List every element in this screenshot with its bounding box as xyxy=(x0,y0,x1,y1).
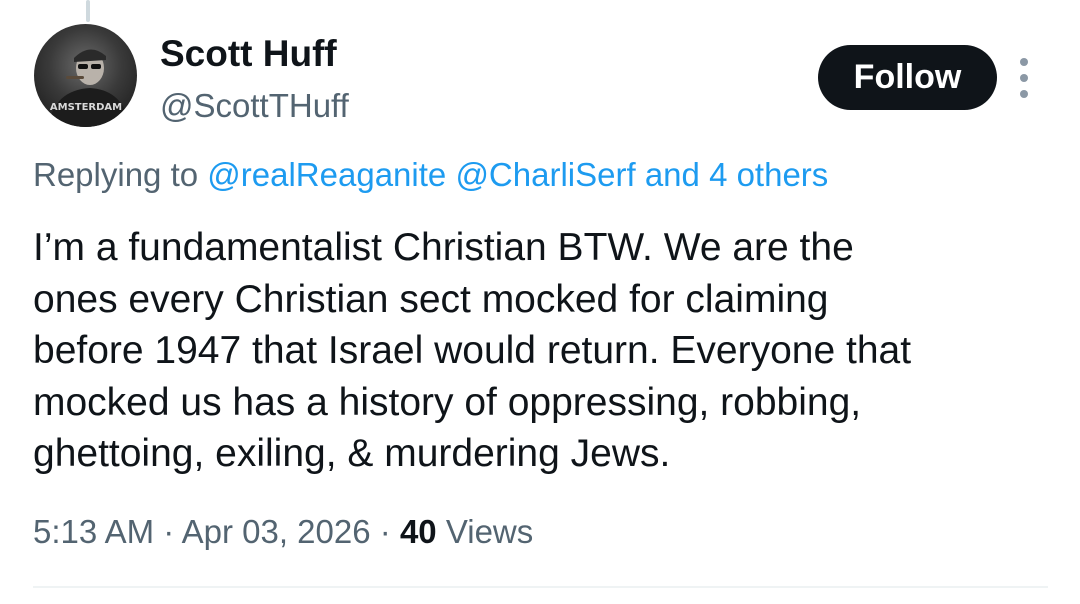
avatar-shirt-text: AMSTERDAM xyxy=(50,102,122,113)
tweet-text-line: ghettoing, exiling, & murdering Jews. xyxy=(33,432,671,475)
mention-link[interactable]: @CharliSerf xyxy=(455,156,635,193)
thread-connector-line xyxy=(86,0,90,22)
author-display-name[interactable]: Scott Huff xyxy=(160,32,337,76)
replying-connector[interactable]: and xyxy=(645,156,700,193)
avatar-image: AMSTERDAM xyxy=(48,49,130,127)
author-handle[interactable]: @ScottTHuff xyxy=(160,86,349,126)
tweet-text-line: before 1947 that Israel would return. Ev… xyxy=(33,329,912,372)
views-count[interactable]: 40 xyxy=(400,513,437,550)
tweet-text: I’m a fundamentalist Christian BTW. We a… xyxy=(33,222,1053,480)
tweet-text-line: I’m a fundamentalist Christian BTW. We a… xyxy=(33,226,854,269)
tweet-meta: 5:13 AM · Apr 03, 2026 · 40 Views xyxy=(33,510,533,554)
avatar[interactable]: AMSTERDAM xyxy=(34,24,137,127)
meta-separator: · xyxy=(163,513,175,550)
meta-separator: · xyxy=(379,513,391,550)
more-dot xyxy=(1020,90,1028,98)
mention-link[interactable]: @realReaganite xyxy=(207,156,446,193)
replying-to: Replying to @realReaganite @CharliSerf a… xyxy=(33,154,828,196)
follow-button[interactable]: Follow xyxy=(818,45,997,110)
tweet-date[interactable]: Apr 03, 2026 xyxy=(182,513,371,550)
others-link[interactable]: 4 others xyxy=(709,156,828,193)
divider xyxy=(33,586,1048,588)
views-label[interactable]: Views xyxy=(446,513,533,550)
tweet-time[interactable]: 5:13 AM xyxy=(33,513,154,550)
tweet-text-line: mocked us has a history of oppressing, r… xyxy=(33,380,862,424)
more-dot xyxy=(1020,58,1028,66)
more-dot xyxy=(1020,74,1028,82)
replying-prefix: Replying to xyxy=(33,156,199,193)
more-vertical-icon[interactable] xyxy=(1012,58,1036,98)
tweet-text-line: ones every Christian sect mocked for cla… xyxy=(33,277,829,321)
